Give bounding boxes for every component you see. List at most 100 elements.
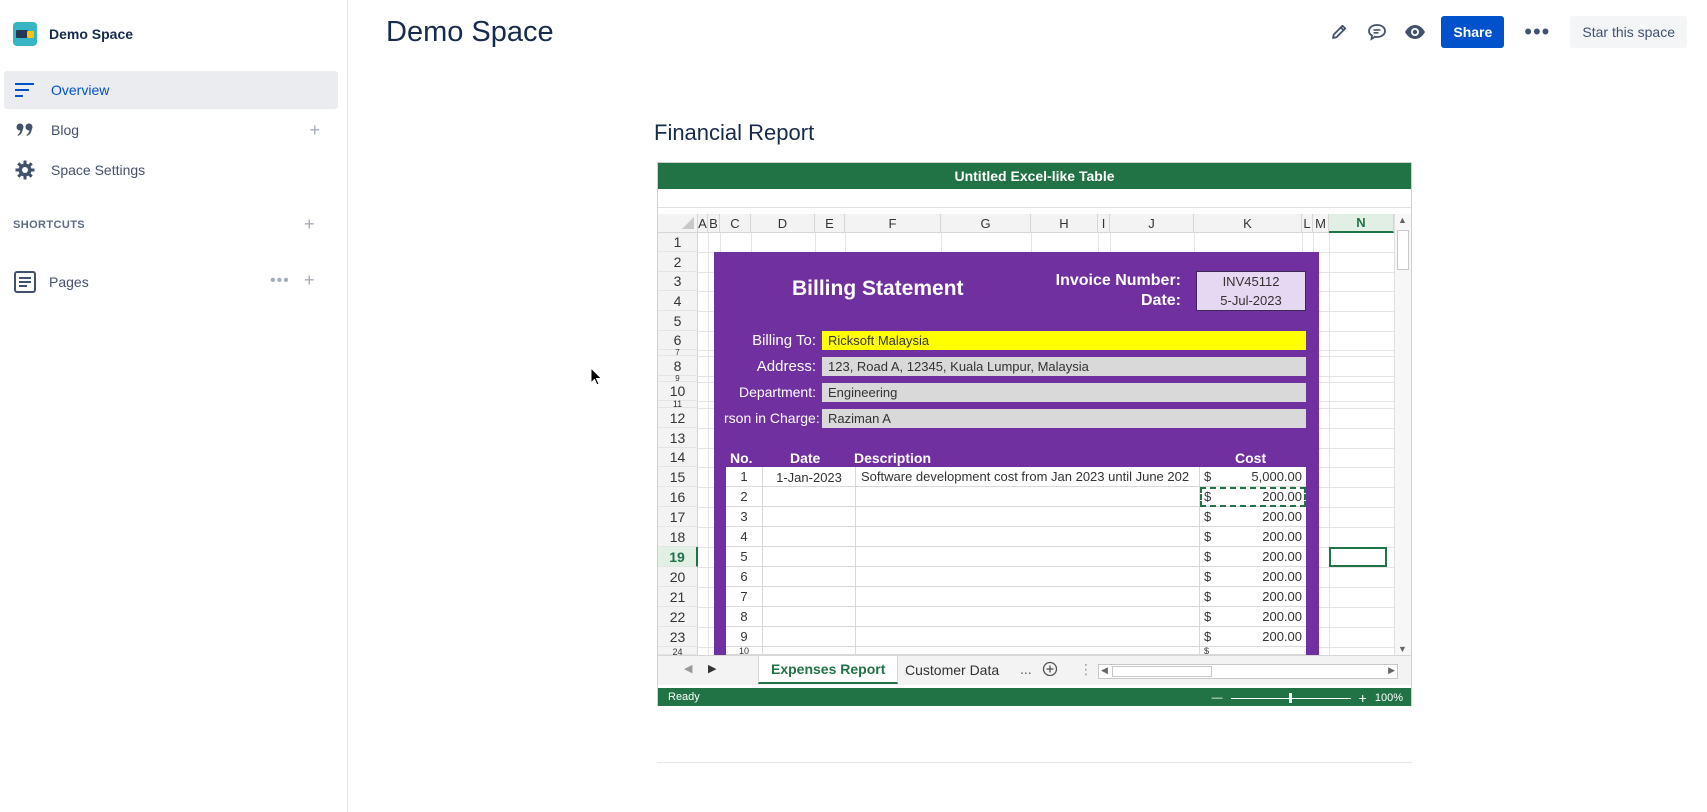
row-header[interactable]: 16	[658, 487, 698, 507]
line-date	[763, 547, 856, 567]
column-header[interactable]: F	[845, 214, 941, 233]
column-header[interactable]: I	[1098, 214, 1110, 233]
row-header[interactable]: 17	[658, 507, 698, 527]
column-header[interactable]: M	[1313, 214, 1329, 233]
share-button[interactable]: Share	[1441, 16, 1505, 48]
table-row[interactable]: 7 $ 200.00	[726, 587, 1306, 607]
column-header-selected[interactable]: N	[1329, 214, 1394, 233]
line-no: 9	[726, 627, 763, 647]
formula-bar[interactable]	[658, 189, 1411, 208]
spreadsheet-grid[interactable]: A B C D E F G H I J K L M N 1 2 3 4 5 6 …	[658, 214, 1394, 655]
tab-prev-icon[interactable]: ◀	[684, 662, 692, 675]
sidebar-item-pages[interactable]: Pages	[13, 270, 89, 294]
table-row[interactable]: 9 $ 200.00	[726, 627, 1306, 647]
row-header[interactable]: 11	[658, 399, 698, 409]
tab-expenses-report[interactable]: Expenses Report	[758, 656, 899, 684]
add-sheet-icon[interactable]	[1042, 661, 1058, 680]
horizontal-scrollbar[interactable]: ◀ ▶	[1098, 664, 1398, 679]
scroll-right-icon[interactable]: ▶	[1388, 665, 1395, 676]
space-header[interactable]: Demo Space	[13, 22, 133, 46]
line-date	[763, 647, 856, 654]
row-header[interactable]: 8	[658, 356, 698, 376]
tab-next-icon[interactable]: ▶	[708, 662, 716, 675]
sidebar-item-space-settings[interactable]: Space Settings	[4, 151, 338, 189]
invoice-box[interactable]: INV45112 5-Jul-2023	[1196, 271, 1306, 311]
zoom-slider-knob[interactable]	[1288, 692, 1292, 703]
row-header[interactable]: 21	[658, 587, 698, 607]
row-header-selected[interactable]: 19	[658, 547, 698, 567]
add-page-icon[interactable]: +	[304, 270, 315, 291]
row-header[interactable]: 4	[658, 291, 698, 311]
table-row[interactable]: 1 1-Jan-2023 Software development cost f…	[726, 467, 1306, 487]
comment-icon[interactable]	[1365, 20, 1389, 44]
row-header[interactable]: 12	[658, 408, 698, 428]
row-header[interactable]: 5	[658, 311, 698, 331]
row-header[interactable]: 3	[658, 272, 698, 291]
column-header[interactable]: E	[815, 214, 845, 233]
page-title: Demo Space	[386, 16, 554, 48]
line-date	[763, 527, 856, 547]
table-row[interactable]: 6 $ 200.00	[726, 567, 1306, 587]
more-actions-icon[interactable]: •••	[1518, 21, 1556, 43]
department-cell[interactable]: Engineering	[822, 383, 1306, 402]
column-header[interactable]: A	[698, 214, 708, 233]
row-header[interactable]: 1	[658, 233, 698, 252]
star-space-button[interactable]: Star this space	[1570, 16, 1687, 48]
column-header[interactable]: G	[941, 214, 1031, 233]
billing-to-cell[interactable]: Ricksoft Malaysia	[822, 331, 1306, 350]
excel-macro[interactable]: Untitled Excel-like Table A B C D E F G …	[657, 162, 1412, 706]
row-header[interactable]: 24	[658, 647, 698, 655]
watch-eye-icon[interactable]	[1403, 20, 1427, 44]
add-blog-icon[interactable]: +	[309, 120, 320, 141]
row-header[interactable]: 22	[658, 607, 698, 627]
sidebar: Demo Space Overview Blog + Space Setting…	[0, 0, 348, 812]
zoom-in-icon[interactable]: +	[1359, 690, 1367, 706]
column-header[interactable]: H	[1031, 214, 1098, 233]
more-tabs-icon[interactable]: ...	[1020, 661, 1032, 677]
tab-customer-data[interactable]: Customer Data	[893, 656, 1011, 684]
line-description	[856, 567, 1200, 587]
table-row[interactable]: 5 $ 200.00	[726, 547, 1306, 567]
row-header[interactable]: 15	[658, 467, 698, 487]
tab-splitter-icon[interactable]: ⋮	[1079, 661, 1093, 678]
column-header[interactable]: C	[720, 214, 751, 233]
table-row[interactable]: 8 $ 200.00	[726, 607, 1306, 627]
address-cell[interactable]: 123, Road A, 12345, Kuala Lumpur, Malays…	[822, 357, 1306, 376]
pages-more-icon[interactable]: •••	[270, 272, 290, 290]
column-header[interactable]: K	[1194, 214, 1302, 233]
zoom-out-icon[interactable]: —	[1212, 692, 1223, 704]
row-header[interactable]: 23	[658, 627, 698, 647]
scroll-thumb[interactable]	[1112, 666, 1212, 677]
zoom-slider[interactable]	[1230, 692, 1351, 703]
row-header[interactable]: 20	[658, 567, 698, 587]
vertical-scrollbar[interactable]: ▲ ▼	[1394, 214, 1411, 655]
add-shortcut-icon[interactable]: +	[304, 214, 315, 235]
scroll-up-icon[interactable]: ▲	[1398, 215, 1407, 225]
table-row[interactable]: 2 $ 200.00	[726, 487, 1306, 507]
row-header[interactable]: 2	[658, 252, 698, 272]
scroll-down-icon[interactable]: ▼	[1398, 644, 1407, 654]
zoom-control[interactable]: — + 100%	[1212, 690, 1403, 706]
edit-pencil-icon[interactable]	[1327, 20, 1351, 44]
active-cell-cursor[interactable]	[1329, 547, 1387, 567]
column-header[interactable]: L	[1302, 214, 1313, 233]
row-header[interactable]: 13	[658, 428, 698, 448]
row-header[interactable]: 14	[658, 448, 698, 467]
col-date-header: Date	[790, 450, 821, 466]
scroll-left-icon[interactable]: ◀	[1101, 665, 1108, 676]
scroll-thumb[interactable]	[1397, 230, 1409, 270]
table-row[interactable]: 3 $ 200.00	[726, 507, 1306, 527]
table-row[interactable]: 10 $	[726, 647, 1306, 655]
column-header[interactable]: J	[1110, 214, 1194, 233]
invoice-date-value: 5-Jul-2023	[1220, 293, 1282, 308]
sidebar-item-blog[interactable]: Blog +	[4, 111, 338, 149]
person-in-charge-cell[interactable]: Raziman A	[822, 409, 1306, 428]
column-header[interactable]: B	[708, 214, 720, 233]
sidebar-item-overview[interactable]: Overview	[4, 71, 338, 109]
table-row[interactable]: 4 $ 200.00	[726, 527, 1306, 547]
select-all-corner[interactable]	[658, 214, 698, 233]
line-currency: $	[1204, 647, 1210, 655]
column-header[interactable]: D	[751, 214, 815, 233]
row-header[interactable]: 18	[658, 527, 698, 547]
zoom-level: 100%	[1374, 692, 1403, 704]
